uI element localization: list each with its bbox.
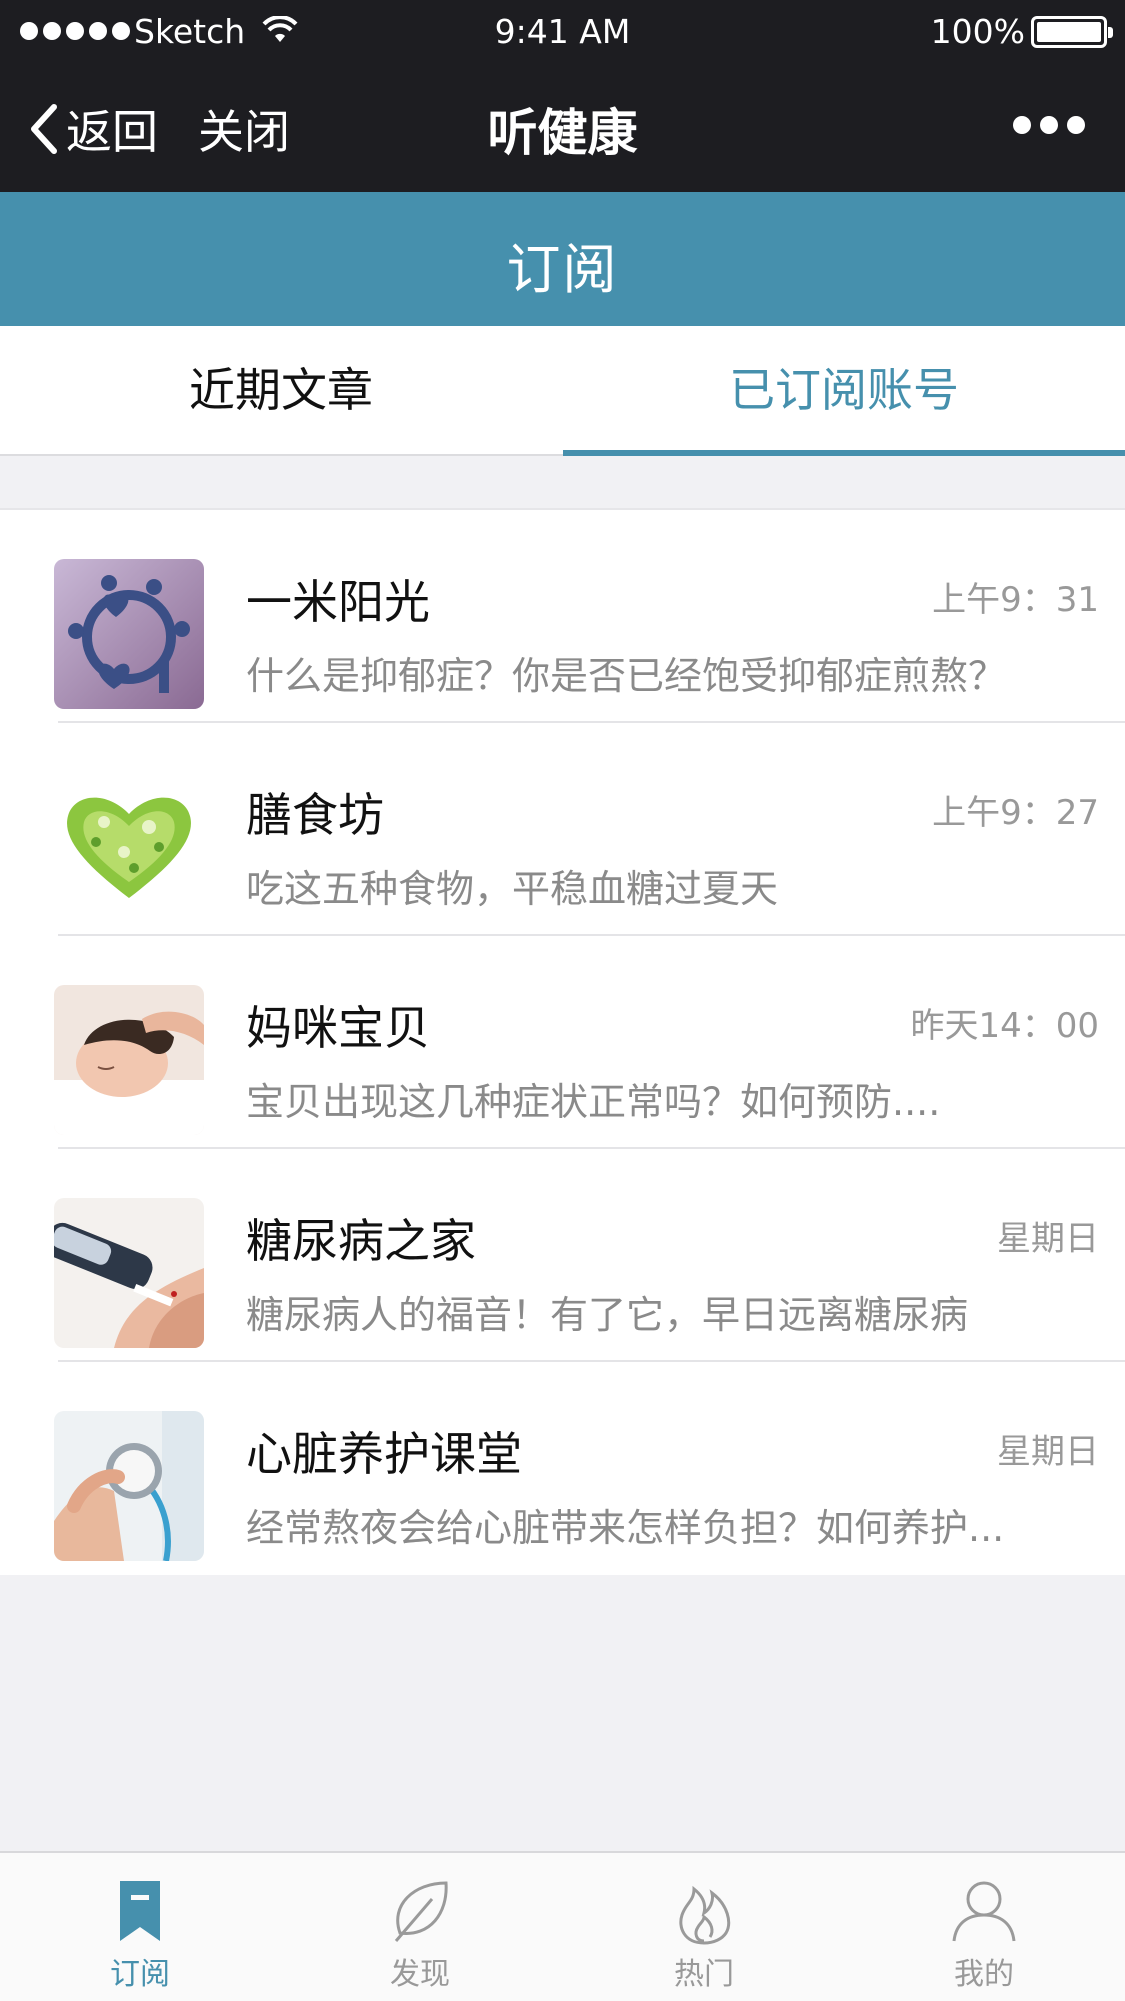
sleeping-baby-image [54,985,204,1135]
flame-icon [679,1885,731,1945]
battery-percent: 100% [930,12,1025,51]
timestamp: 上午9：27 [932,793,1099,833]
timestamp: 上午9：31 [932,580,1099,620]
page-title: 听健康 [487,104,638,162]
more-options-button[interactable] [1013,116,1085,134]
bottom-tab-bar: 订阅 发现 热门 我的 [0,1851,1125,2001]
article-summary: 经常熬夜会给心脏带来怎样负担？如何养护... [246,1506,1005,1550]
battery-icon [1031,16,1113,48]
section-title: 订阅 [506,238,619,301]
timestamp: 星期日 [997,1432,1099,1472]
tabbar-item-profile[interactable]: 我的 [884,1853,1084,2001]
list-item[interactable]: 膳食坊 上午9：27 吃这五种食物，平稳血糖过夏天 [0,723,1125,936]
active-tab-indicator [563,450,1125,456]
account-name: 心脏养护课堂 [246,1427,522,1481]
account-name: 一米阳光 [246,575,430,629]
tabbar-item-subscribe[interactable]: 订阅 [40,1853,240,2001]
person-icon [952,1881,1016,1942]
dot-icon [1067,116,1085,134]
dot-icon [1013,116,1031,134]
glucose-meter-image [54,1198,204,1348]
tabbar-item-trending[interactable]: 热门 [604,1853,804,2001]
tabbar-label: 订阅 [110,1957,170,1992]
account-name: 膳食坊 [246,788,384,842]
navigation-bar: 返回 关闭 听健康 [0,66,1125,192]
vegetable-heart-image [54,772,204,922]
tabbar-item-discover[interactable]: 发现 [320,1853,520,2001]
list-item[interactable]: 心脏养护课堂 星期日 经常熬夜会给心脏带来怎样负担？如何养护... [0,1362,1125,1575]
stethoscope-image [54,1411,204,1561]
article-summary: 什么是抑郁症？你是否已经饱受抑郁症煎熬？ [246,654,1007,698]
dot-icon [1040,116,1058,134]
subscription-list: 一米阳光 上午9：31 什么是抑郁症？你是否已经饱受抑郁症煎熬？ 膳食坊 上午9… [0,508,1125,1575]
timestamp: 昨天14：00 [910,1006,1099,1046]
tabbar-label: 我的 [954,1957,1014,1992]
segment-tabs: 近期文章 已订阅账号 [0,326,1125,456]
tabbar-label: 发现 [390,1957,450,1992]
list-item[interactable]: 糖尿病之家 星期日 糖尿病人的福音！有了它，早日远离糖尿病 [0,1149,1125,1362]
section-header: 订阅 [0,192,1125,326]
article-summary: 吃这五种食物，平稳血糖过夏天 [246,867,779,911]
paper-people-heart-image [54,559,204,709]
tabbar-label: 热门 [674,1957,734,1992]
leaf-icon [394,1881,448,1942]
article-summary: 宝贝出现这几种症状正常吗？如何预防.... [246,1080,941,1124]
account-name: 妈咪宝贝 [246,1001,430,1055]
bookmark-icon [120,1881,160,1941]
timestamp: 星期日 [997,1219,1099,1259]
article-summary: 糖尿病人的福音！有了它，早日远离糖尿病 [246,1293,969,1337]
status-bar: Sketch 9:41 AM 100% [0,0,1125,66]
list-item[interactable]: 一米阳光 上午9：31 什么是抑郁症？你是否已经饱受抑郁症煎熬？ [0,510,1125,723]
account-name: 糖尿病之家 [246,1214,476,1268]
list-item[interactable]: 妈咪宝贝 昨天14：00 宝贝出现这几种症状正常吗？如何预防.... [0,936,1125,1149]
tab-recent-articles[interactable]: 近期文章 [0,326,562,454]
tab-subscribed-accounts[interactable]: 已订阅账号 [563,326,1125,454]
